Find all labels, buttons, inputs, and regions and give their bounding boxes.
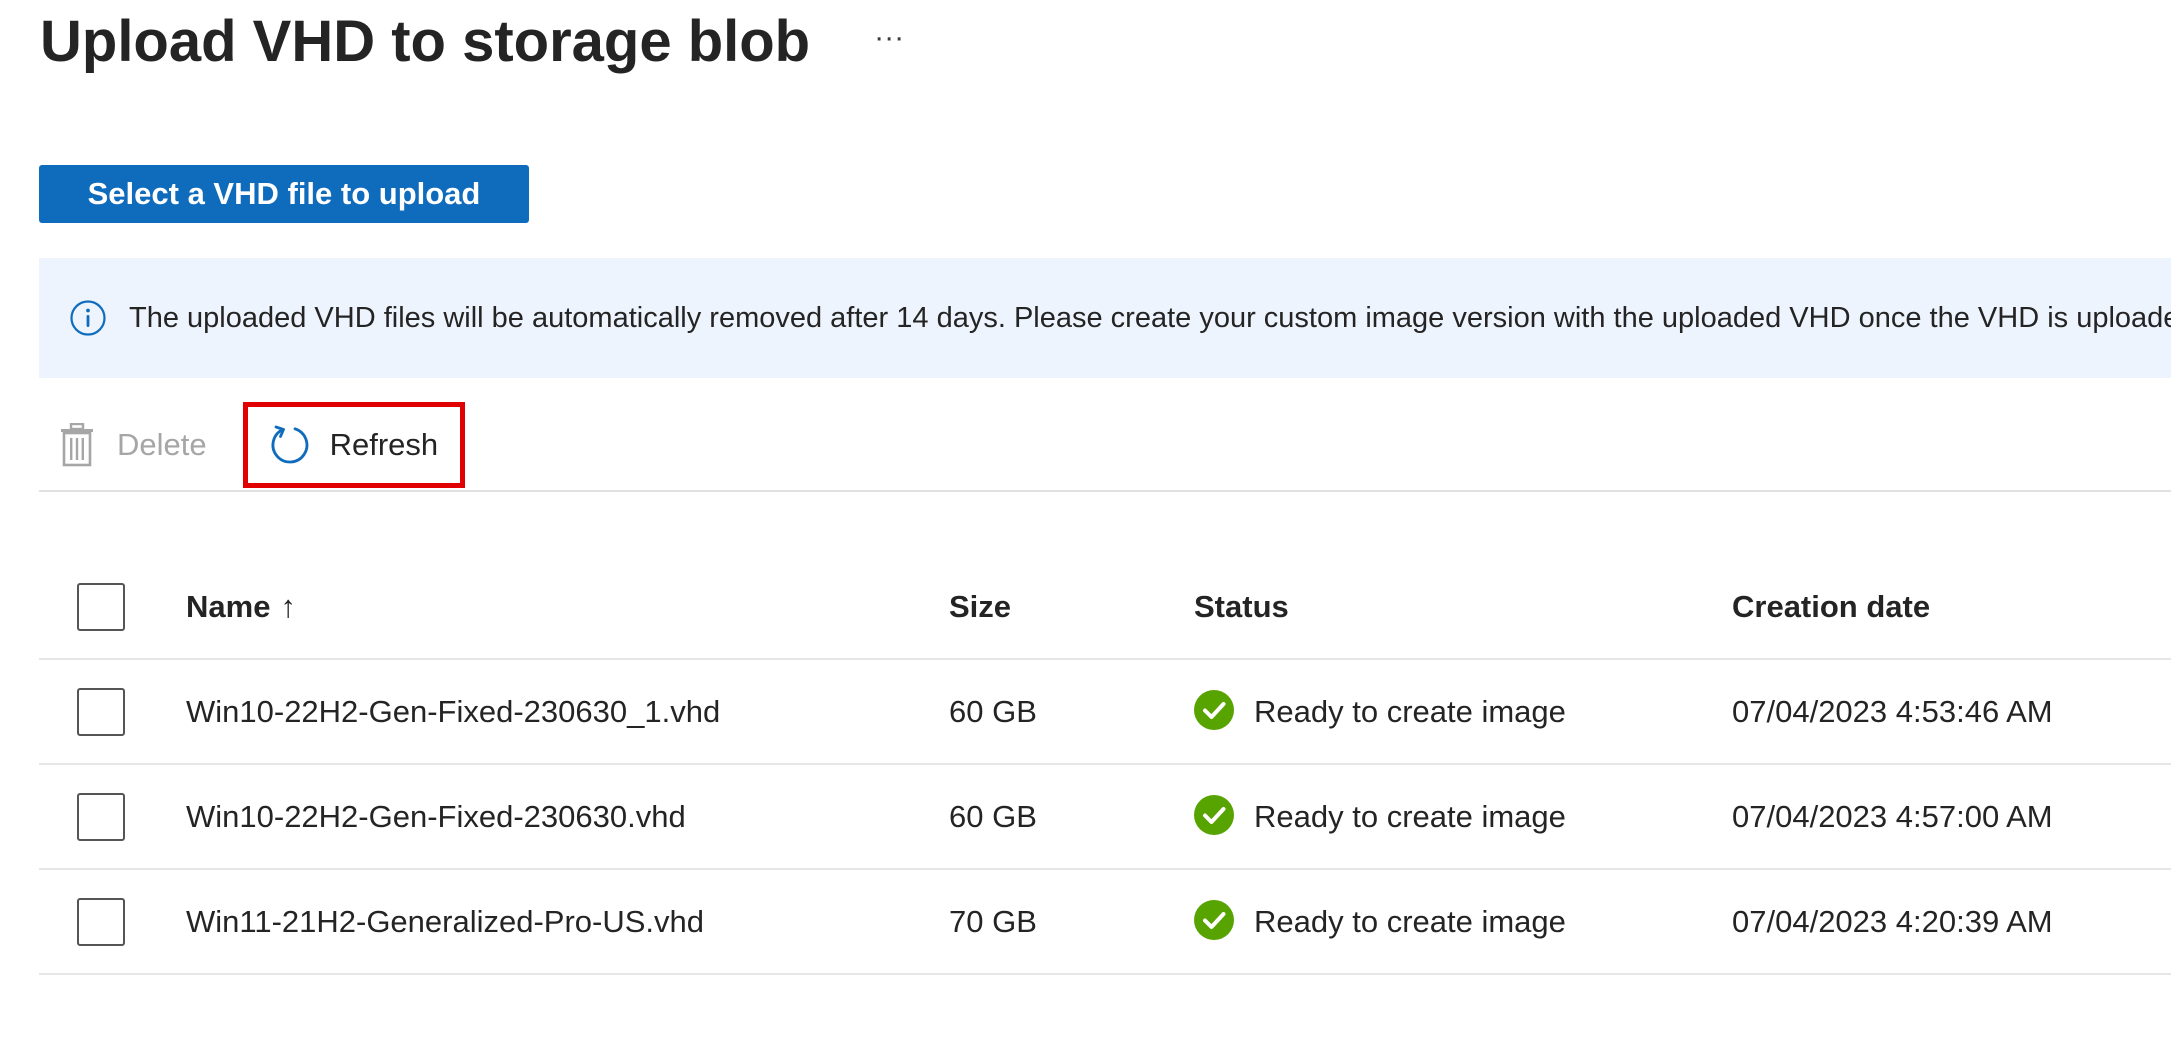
row-size: 60 GB (949, 693, 1037, 729)
column-header-size[interactable]: Size (949, 589, 1011, 625)
table-row[interactable]: Win10-22H2-Gen-Fixed-230630.vhd 60 GB Re… (39, 765, 2171, 870)
row-status-label: Ready to create image (1254, 693, 1566, 729)
row-status: Ready to create image (1194, 794, 1566, 837)
info-banner: The uploaded VHD files will be automatic… (39, 258, 2171, 378)
row-checkbox[interactable] (77, 687, 125, 736)
toolbar-divider (39, 490, 2171, 492)
refresh-icon (271, 425, 308, 464)
info-icon (70, 300, 106, 336)
command-bar: Delete Refresh (39, 400, 2171, 490)
row-size: 70 GB (949, 903, 1037, 939)
table-row[interactable]: Win10-22H2-Gen-Fixed-230630_1.vhd 60 GB … (39, 660, 2171, 765)
refresh-button[interactable]: Refresh (242, 402, 466, 488)
row-checkbox[interactable] (77, 897, 125, 946)
more-options-button[interactable]: ··· (874, 22, 904, 53)
delete-button[interactable]: Delete (59, 400, 207, 490)
trash-icon (61, 423, 93, 467)
column-header-name-label: Name (186, 588, 271, 624)
column-header-status[interactable]: Status (1194, 589, 1289, 625)
row-status: Ready to create image (1194, 899, 1566, 942)
row-status: Ready to create image (1194, 689, 1566, 732)
delete-button-label: Delete (117, 427, 207, 462)
select-all-checkbox[interactable] (77, 582, 125, 631)
row-creation-date: 07/04/2023 4:57:00 AM (1732, 798, 2053, 834)
refresh-button-label: Refresh (329, 427, 439, 462)
success-check-icon (1194, 794, 1234, 835)
select-vhd-upload-button[interactable]: Select a VHD file to upload (39, 165, 529, 223)
sort-ascending-icon: ↑ (280, 588, 296, 624)
row-checkbox[interactable] (77, 792, 125, 841)
table-header-row: Name ↑ Size Status Creation date (39, 555, 2171, 660)
row-name: Win11-21H2-Generalized-Pro-US.vhd (186, 903, 705, 939)
row-name: Win10-22H2-Gen-Fixed-230630.vhd (186, 798, 686, 834)
row-size: 60 GB (949, 798, 1037, 834)
page-header: Upload VHD to storage blob ··· (40, 8, 904, 75)
success-check-icon (1194, 899, 1234, 940)
page-title: Upload VHD to storage blob (40, 9, 811, 74)
info-banner-text: The uploaded VHD files will be automatic… (129, 301, 2171, 334)
row-status-label: Ready to create image (1254, 798, 1566, 834)
vhd-files-table: Name ↑ Size Status Creation date Win10-22… (39, 555, 2171, 975)
table-row[interactable]: Win11-21H2-Generalized-Pro-US.vhd 70 GB … (39, 870, 2171, 975)
row-creation-date: 07/04/2023 4:53:46 AM (1732, 693, 2053, 729)
success-check-icon (1194, 689, 1234, 730)
row-creation-date: 07/04/2023 4:20:39 AM (1732, 903, 2053, 939)
row-status-label: Ready to create image (1254, 903, 1566, 939)
column-header-creation-date[interactable]: Creation date (1732, 589, 1930, 625)
row-name: Win10-22H2-Gen-Fixed-230630_1.vhd (186, 693, 721, 729)
column-header-name[interactable]: Name ↑ (186, 589, 296, 625)
